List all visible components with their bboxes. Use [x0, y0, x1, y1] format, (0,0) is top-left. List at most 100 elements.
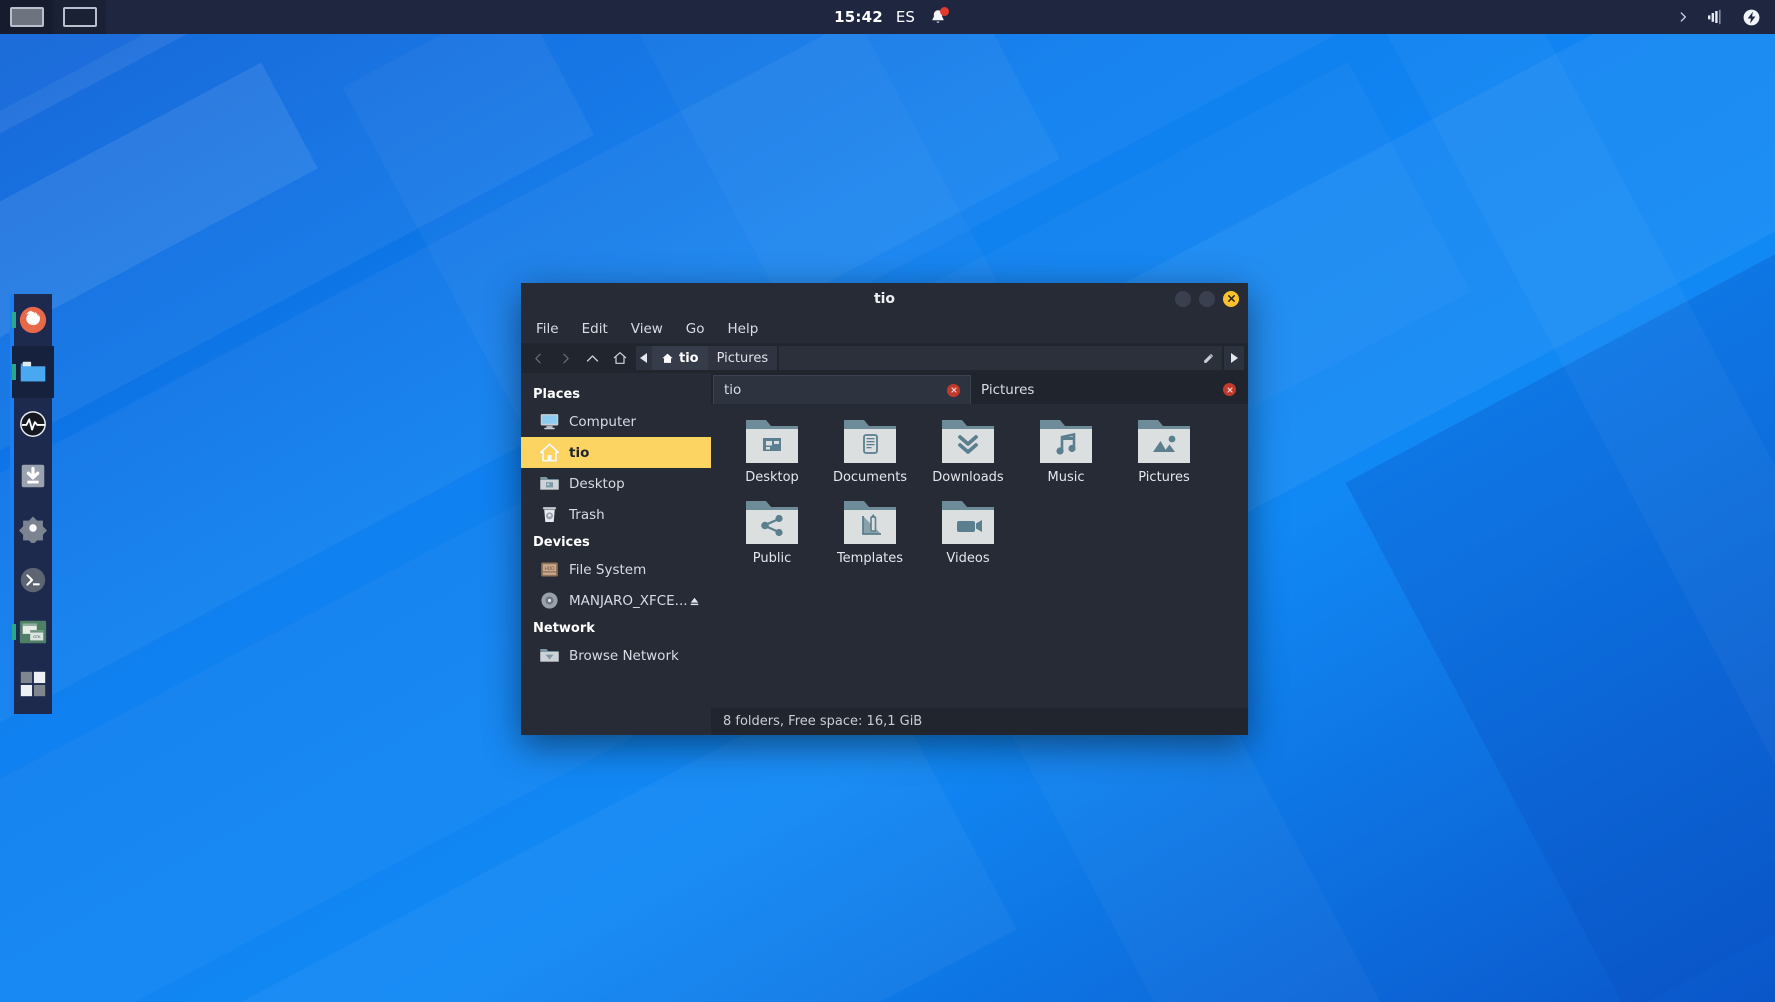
power-glyph — [1742, 8, 1761, 27]
firefox-icon — [18, 305, 48, 335]
eject-glyph — [688, 595, 701, 608]
file-label: Templates — [837, 551, 903, 566]
folder-public-icon — [744, 499, 800, 546]
panel-right-spacer — [948, 0, 1676, 34]
forward-button[interactable] — [552, 345, 579, 371]
up-button[interactable] — [579, 345, 606, 371]
sidebar-item-browse-network[interactable]: Browse Network — [521, 640, 711, 671]
trash-icon — [539, 504, 560, 525]
workspace-indicator-2 — [63, 7, 97, 27]
dock-item-downloads[interactable] — [12, 450, 54, 502]
grid-icon — [18, 669, 48, 699]
folder-videos-icon — [940, 499, 996, 546]
maximize-button[interactable] — [1199, 291, 1215, 307]
menu-file[interactable]: File — [533, 319, 562, 339]
window-titlebar[interactable]: tio — [521, 283, 1248, 314]
menu-edit[interactable]: Edit — [579, 319, 611, 339]
file-item-downloads[interactable]: Downloads — [919, 418, 1017, 499]
breadcrumb-label: Pictures — [717, 351, 768, 366]
file-item-music[interactable]: Music — [1017, 418, 1115, 499]
breadcrumb-scroll-left-button[interactable] — [636, 346, 652, 370]
network-folder-icon — [539, 645, 560, 666]
close-button[interactable] — [1223, 291, 1239, 307]
harddisk-icon: HDD — [539, 559, 560, 580]
menu-help[interactable]: Help — [725, 319, 762, 339]
sidebar-item-trash[interactable]: Trash — [521, 499, 711, 530]
window-title: tio — [874, 291, 895, 307]
file-item-desktop[interactable]: Desktop — [723, 418, 821, 499]
system-tray — [1676, 8, 1775, 27]
folder-downloads-icon — [940, 418, 996, 465]
dock-item-firefox[interactable] — [12, 294, 54, 346]
breadcrumb: tio Pictures — [652, 346, 777, 370]
dock-item-settings[interactable] — [12, 502, 54, 554]
tab-pictures[interactable]: Pictures — [971, 375, 1246, 404]
eject-icon[interactable] — [688, 593, 701, 612]
dock-item-theme-config[interactable]: GTK — [12, 606, 54, 658]
sidebar-item-computer[interactable]: Computer — [521, 406, 711, 437]
notification-bell-icon[interactable] — [928, 7, 948, 27]
back-button[interactable] — [525, 345, 552, 371]
clock[interactable]: 15:42 — [834, 8, 883, 26]
file-item-pictures[interactable]: Pictures — [1115, 418, 1213, 499]
path-entry-field[interactable] — [779, 346, 1222, 370]
triangle-left-icon — [640, 353, 648, 363]
folder-templates-icon — [842, 499, 898, 546]
keyboard-layout-indicator[interactable]: ES — [896, 8, 915, 26]
sidebar-item-file-system[interactable]: HDD File System — [521, 554, 711, 585]
file-item-documents[interactable]: Documents — [821, 418, 919, 499]
file-label: Downloads — [932, 470, 1003, 485]
pencil-icon — [1202, 352, 1215, 365]
home-icon — [661, 352, 674, 365]
content-column: tio Pictures — [711, 373, 1248, 735]
desktop-folder-icon — [539, 473, 560, 494]
sidebar-item-label: MANJARO_XFCE... — [569, 593, 688, 609]
sidebar-group-devices-title: Devices — [521, 530, 711, 554]
dock-item-system-monitor[interactable] — [12, 398, 54, 450]
power-icon[interactable] — [1742, 8, 1761, 27]
sidebar-item-label: Computer — [569, 414, 636, 430]
panel-left-spacer — [106, 0, 834, 34]
file-label: Public — [753, 551, 791, 566]
sidebar: Places Computer tio — [521, 373, 711, 735]
window-body: Places Computer tio — [521, 373, 1248, 735]
file-icon-view[interactable]: Desktop Documents — [711, 404, 1248, 708]
workspace-switcher[interactable] — [0, 0, 106, 34]
file-item-public[interactable]: Public — [723, 499, 821, 580]
file-label: Documents — [833, 470, 907, 485]
sidebar-item-manjaro-xfce[interactable]: MANJARO_XFCE... — [521, 585, 711, 616]
breadcrumb-scroll-right-button[interactable] — [1224, 346, 1244, 370]
tab-close-button[interactable] — [947, 384, 960, 397]
file-label: Desktop — [745, 470, 799, 485]
sidebar-item-desktop[interactable]: Desktop — [521, 468, 711, 499]
menu-view[interactable]: View — [628, 319, 666, 339]
dock-item-app-grid[interactable] — [12, 658, 54, 710]
chevron-right-icon[interactable] — [1676, 10, 1690, 24]
workspace-button-2[interactable] — [53, 0, 106, 34]
folder-icon — [18, 357, 48, 387]
navigation-toolbar: tio Pictures — [521, 343, 1248, 373]
close-circle-icon — [950, 386, 958, 394]
breadcrumb-item-pictures[interactable]: Pictures — [708, 346, 777, 370]
file-grid: Desktop Documents — [723, 418, 1248, 580]
minimize-button[interactable] — [1175, 291, 1191, 307]
up-icon — [585, 351, 600, 366]
download-arrow-icon — [18, 461, 48, 491]
volume-icon[interactable] — [1706, 9, 1726, 25]
tab-tio[interactable]: tio — [713, 375, 971, 404]
tab-close-button[interactable] — [1223, 383, 1236, 396]
workspace-button-1[interactable] — [0, 0, 53, 34]
file-item-videos[interactable]: Videos — [919, 499, 1017, 580]
sidebar-group-network-title: Network — [521, 616, 711, 640]
dock-item-file-manager[interactable] — [12, 346, 54, 398]
close-circle-icon — [1226, 386, 1234, 394]
file-item-templates[interactable]: Templates — [821, 499, 919, 580]
menu-bar: File Edit View Go Help — [521, 314, 1248, 343]
home-button[interactable] — [606, 345, 633, 371]
breadcrumb-item-tio[interactable]: tio — [652, 346, 708, 370]
menu-go[interactable]: Go — [683, 319, 708, 339]
sidebar-item-tio[interactable]: tio — [521, 437, 711, 468]
dock-item-terminal[interactable] — [12, 554, 54, 606]
svg-text:HDD: HDD — [545, 566, 556, 572]
home-icon — [612, 350, 628, 366]
